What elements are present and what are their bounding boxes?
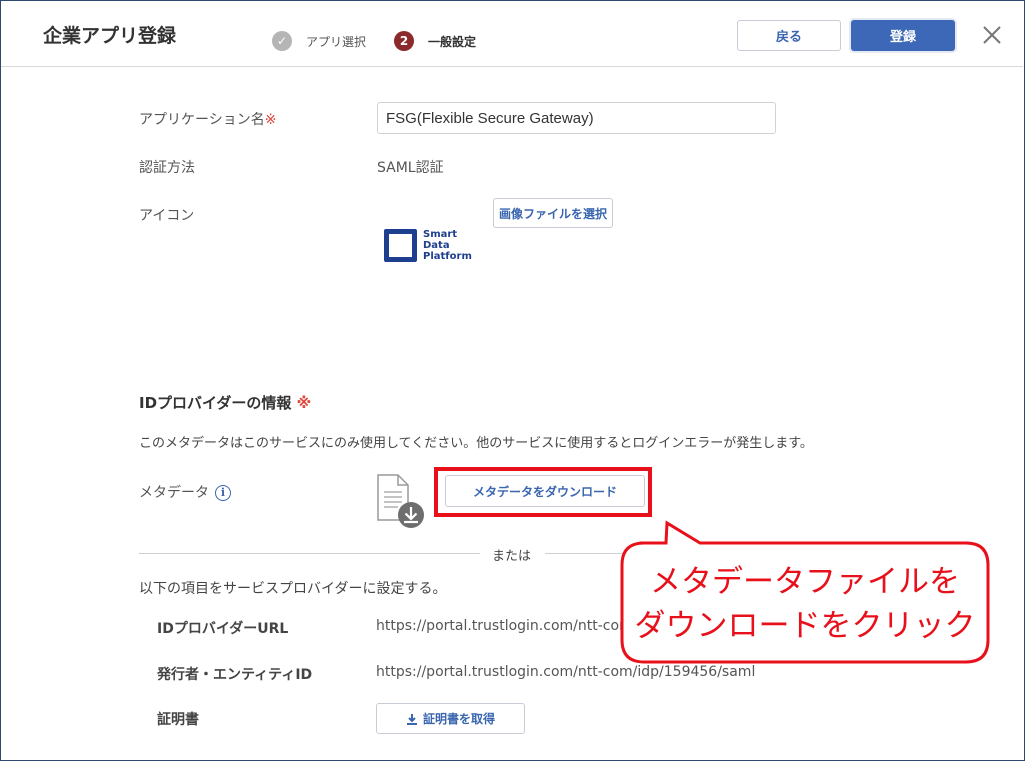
document-download-icon <box>377 474 424 528</box>
or-text: または <box>492 549 532 564</box>
required-mark: ※ <box>296 394 312 412</box>
instruction-text: 以下の項目をサービスプロバイダーに設定する。 <box>139 581 447 597</box>
app-logo-text: Smart Data Platform <box>423 229 472 262</box>
entity-id-value: https://portal.trustlogin.com/ntt-com/id… <box>376 664 756 680</box>
header: 企業アプリ登録 ✓ アプリ選択 2 一般設定 戻る 登録 <box>1 1 1023 67</box>
idp-section-title: IDプロバイダーの情報 ※ <box>139 394 312 412</box>
close-icon[interactable] <box>981 24 1003 46</box>
auth-method-value: SAML認証 <box>377 160 444 176</box>
metadata-label: メタデータ i <box>139 482 231 502</box>
step-label: 一般設定 <box>428 34 477 49</box>
get-certificate-button[interactable]: 証明書を取得 <box>376 703 525 734</box>
check-icon: ✓ <box>272 31 292 51</box>
step-label: アプリ選択 <box>306 34 367 49</box>
icon-label: アイコン <box>139 208 195 224</box>
app-logo <box>384 229 417 262</box>
step-number: 2 <box>394 31 414 51</box>
auth-method-label: 認証方法 <box>139 160 195 176</box>
divider <box>545 553 625 554</box>
required-mark: ※ <box>264 112 277 128</box>
idp-url-label: IDプロバイダーURL <box>157 621 289 637</box>
callout-text: メタデータファイルを ダウンロードをクリック <box>634 564 976 644</box>
select-image-button[interactable]: 画像ファイルを選択 <box>493 198 613 228</box>
register-button[interactable]: 登録 <box>851 20 955 51</box>
certificate-label: 証明書 <box>157 712 199 728</box>
info-icon[interactable]: i <box>215 485 231 501</box>
app-name-label: アプリケーション名※ <box>139 112 277 128</box>
step-general-settings: 2 一般設定 <box>394 31 476 51</box>
app-name-input[interactable] <box>377 102 776 134</box>
idp-note: このメタデータはこのサービスにのみ使用してください。他のサービスに使用するとログ… <box>139 436 813 451</box>
highlight-box <box>434 467 652 517</box>
download-icon <box>406 713 417 725</box>
divider <box>139 553 480 554</box>
step-app-select: ✓ アプリ選択 <box>272 31 366 51</box>
back-button[interactable]: 戻る <box>737 20 841 51</box>
idp-url-value: https://portal.trustlogin.com/ntt-com/ic <box>376 618 624 634</box>
page-title: 企業アプリ登録 <box>43 25 177 47</box>
entity-id-label: 発行者・エンティティID <box>157 667 313 683</box>
